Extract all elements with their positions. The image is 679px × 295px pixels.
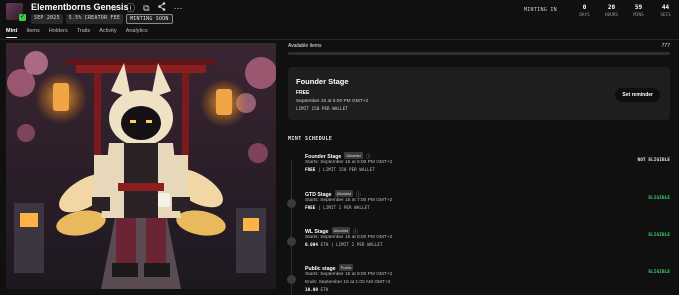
stage-price-unit: ETH (317, 288, 329, 293)
creator-fee-tag: 5.5% CREATOR FEE (65, 14, 124, 24)
stage-price-limit: 10.00 ETH (305, 288, 328, 293)
available-items-label: Available items (288, 43, 322, 49)
countdown-unit-label: SECS (660, 13, 671, 18)
current-stage-title: Founder Stage (296, 77, 349, 86)
stage-start-time: Starts: September 15 at 8:00 PM GMT+2 (305, 235, 393, 240)
tab-activity[interactable]: Activity (99, 28, 116, 38)
verified-badge-icon: ✓ (19, 14, 26, 21)
schedule-stage-wl: WL Stage Allowlist ⓘ Starts: September 15 … (287, 227, 670, 263)
stage-badge: Allowlist (334, 190, 353, 197)
stage-badge: Allowlist (344, 152, 363, 159)
date-tag: SEP 2025 (31, 14, 63, 24)
stage-price: 10.00 (305, 288, 318, 293)
collection-artwork (6, 43, 276, 289)
schedule-stage-public: Public stage Public Starts: September 15 … (287, 264, 670, 295)
countdown-value: 0 (582, 4, 587, 11)
info-icon[interactable]: ⓘ (356, 191, 361, 198)
info-icon[interactable]: ⓘ (126, 3, 135, 13)
tabs-divider (0, 39, 679, 40)
countdown-secs: 44 SECS (652, 4, 679, 18)
stage-name: GTD Stage Allowlist ⓘ (305, 190, 361, 198)
stage-eligibility-status: ELIGIBLE (648, 196, 670, 201)
stage-price: 0.004 (305, 243, 318, 248)
tab-traits[interactable]: Traits (77, 28, 91, 38)
stage-limit: | LIMIT 150 PER WALLET (315, 168, 375, 173)
stage-price-limit: FREE | LIMIT 150 PER WALLET (305, 168, 375, 173)
countdown-value: 59 (634, 4, 643, 11)
stage-eligibility-status: NOT ELIGIBLE (637, 158, 670, 163)
tab-analytics[interactable]: Analytics (126, 28, 148, 38)
collection-header: ✓ Elementborns Genesis ☆ ⓘ ⧉ ⋯ SEP 2025 … (0, 0, 679, 26)
collection-tags: SEP 2025 5.5% CREATOR FEE MINTING SOON (31, 14, 173, 24)
stage-price: FREE (305, 206, 316, 211)
stage-price-limit: FREE | LIMIT 1 PER WALLET (305, 206, 370, 211)
mint-countdown: MINTING IN 0 DAYS 20 HOURS 59 MINS 44 SE… (524, 4, 679, 22)
status-badge: MINTING SOON (126, 14, 173, 24)
stage-start-time: Starts: September 15 at 6:00 PM GMT+2 (305, 160, 393, 165)
stage-badge: Allowlist (331, 227, 350, 234)
stage-price-limit: 0.004 ETH | LIMIT 2 PER WALLET (305, 243, 383, 248)
available-items-count: 777 (661, 43, 670, 49)
countdown-label: MINTING IN (523, 7, 557, 13)
countdown-value: 20 (607, 4, 616, 11)
timeline-dot (287, 199, 296, 208)
stage-limit: | LIMIT 1 PER WALLET (315, 206, 370, 211)
stage-name: WL Stage Allowlist ⓘ (305, 227, 358, 235)
more-icon[interactable]: ⋯ (174, 3, 183, 13)
stage-start-time: Starts: September 15 at 7:00 PM GMT+2 (305, 198, 393, 203)
set-reminder-button[interactable]: Set reminder (615, 88, 660, 102)
stage-limit: ETH | LIMIT 2 PER WALLET (317, 243, 383, 248)
current-stage-card: Founder Stage FREE September 15 at 6:00 … (288, 67, 670, 120)
current-stage-price: FREE (296, 90, 310, 96)
current-stage-limit: LIMIT 150 PER WALLET (296, 107, 348, 112)
countdown-unit-label: DAYS (579, 13, 590, 18)
stage-eligibility-status: ELIGIBLE (648, 270, 670, 275)
tab-holders[interactable]: Holders (49, 28, 68, 38)
star-icon[interactable]: ☆ (110, 3, 118, 13)
countdown-days: 0 DAYS (571, 4, 598, 18)
countdown-mins: 59 MINS (625, 4, 652, 18)
countdown-value: 44 (661, 4, 670, 11)
stage-start-time: Starts: September 15 at 9:00 PM GMT+2 (305, 272, 393, 277)
stage-eligibility-status: ELIGIBLE (648, 233, 670, 238)
info-icon[interactable]: ⓘ (353, 228, 358, 235)
stage-badge: Public (338, 264, 354, 271)
countdown-unit-label: HOURS (605, 13, 618, 18)
pixel-art-fox-character (6, 43, 276, 289)
collection-actions: ☆ ⓘ ⧉ ⋯ (110, 2, 183, 13)
collection-tabs: Mint Items Holders Traits Activity Analy… (6, 28, 148, 38)
copy-icon[interactable]: ⧉ (143, 3, 149, 13)
timeline-dot (287, 275, 296, 284)
tab-items[interactable]: Items (26, 28, 39, 38)
stage-name: Public stage Public (305, 264, 354, 272)
countdown-hours: 20 HOURS (598, 4, 625, 18)
share-icon[interactable] (157, 2, 166, 13)
current-stage-date: September 15 at 6:00 PM GMT+2 (296, 99, 369, 104)
stage-name: Founder Stage Allowlist ⓘ (305, 152, 371, 160)
mint-schedule-title: MINT SCHEDULE (288, 136, 333, 142)
available-items-progress (288, 52, 670, 55)
stage-price: FREE (305, 168, 316, 173)
tab-mint[interactable]: Mint (6, 28, 18, 38)
schedule-stage-gtd: GTD Stage Allowlist ⓘ Starts: September 15… (287, 190, 670, 226)
schedule-stage-founder: Founder Stage Allowlist ⓘ Starts: Septembe… (287, 152, 670, 188)
stage-end-time: Ends: September 16 at 1:00 AM GMT+2 (305, 280, 391, 285)
countdown-unit-label: MINS (633, 13, 644, 18)
info-icon[interactable]: ⓘ (366, 153, 371, 160)
timeline-dot (287, 237, 296, 246)
